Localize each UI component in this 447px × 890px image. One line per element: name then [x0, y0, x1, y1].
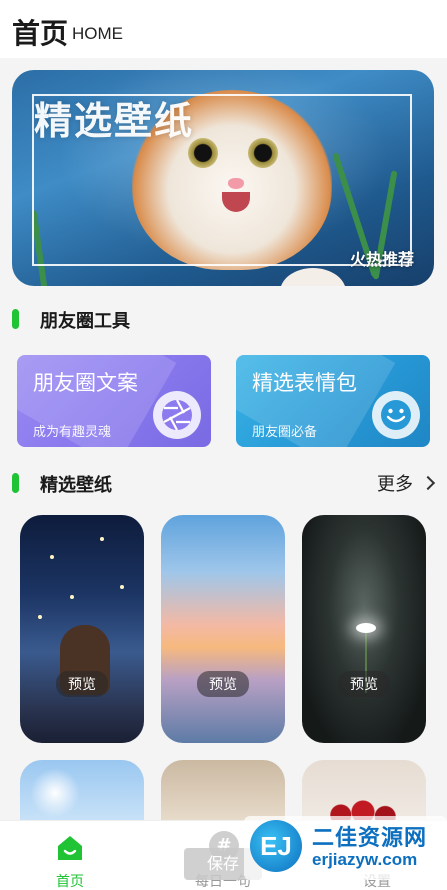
section-title-tools: 朋友圈工具 [40, 311, 130, 332]
section-title-wallpapers: 精选壁纸 [40, 475, 112, 496]
more-link[interactable]: 更多 [377, 470, 436, 496]
aperture-icon [153, 391, 201, 439]
tool-card-moments-copy[interactable]: 朋友圈文案 成为有趣灵魂 [17, 355, 211, 447]
preview-button[interactable]: 预览 [56, 671, 108, 697]
home-icon [58, 836, 82, 860]
sunlight-decoration [30, 768, 80, 818]
tool-card-title: 精选表情包 [252, 371, 357, 395]
star-decoration [120, 585, 124, 589]
tab-label: 首页 [56, 874, 84, 890]
watermark-name: 二佳资源网 [312, 826, 428, 851]
banner-title: 精选壁纸 [34, 99, 195, 143]
tool-card-subtitle: 成为有趣灵魂 [33, 425, 112, 440]
banner-tag: 火热推荐 [349, 250, 414, 269]
wallpaper-thumbnail[interactable]: 预览 [161, 515, 285, 743]
preview-button[interactable]: 预览 [197, 671, 249, 697]
more-label: 更多 [377, 474, 413, 495]
section-header-tools: 朋友圈工具 [12, 306, 312, 332]
wallpaper-thumbnail[interactable]: 预览 [302, 515, 426, 743]
section-accent-bar [12, 309, 19, 329]
star-decoration [100, 537, 104, 541]
chevron-right-icon [420, 475, 436, 491]
tool-card-stickers[interactable]: 精选表情包 朋友圈必备 [236, 355, 430, 447]
section-header-wallpapers: 精选壁纸 [12, 470, 312, 496]
section-accent-bar [12, 473, 19, 493]
tab-home[interactable]: 首页 [0, 821, 140, 890]
star-decoration [70, 595, 74, 599]
star-decoration [50, 555, 54, 559]
app-header: 首页 HOME [0, 0, 447, 58]
kitten-paw [280, 268, 346, 286]
featured-wallpaper-banner[interactable]: 精选壁纸 火热推荐 [12, 70, 434, 286]
flower-illustration [356, 623, 376, 633]
watermark-url: erjiazyw.com [312, 850, 418, 869]
tool-card-subtitle: 朋友圈必备 [252, 425, 318, 440]
star-decoration [38, 615, 42, 619]
wallpaper-thumbnail[interactable]: 预览 [20, 515, 144, 743]
preview-button[interactable]: 预览 [338, 671, 390, 697]
page-subtitle: HOME [72, 24, 123, 43]
smiley-icon [372, 391, 420, 439]
page-title: 首页 [12, 17, 69, 50]
watermark-logo: EJ [250, 820, 302, 872]
site-watermark: EJ 二佳资源网 erjiazyw.com [244, 816, 447, 890]
tool-card-title: 朋友圈文案 [33, 371, 138, 395]
